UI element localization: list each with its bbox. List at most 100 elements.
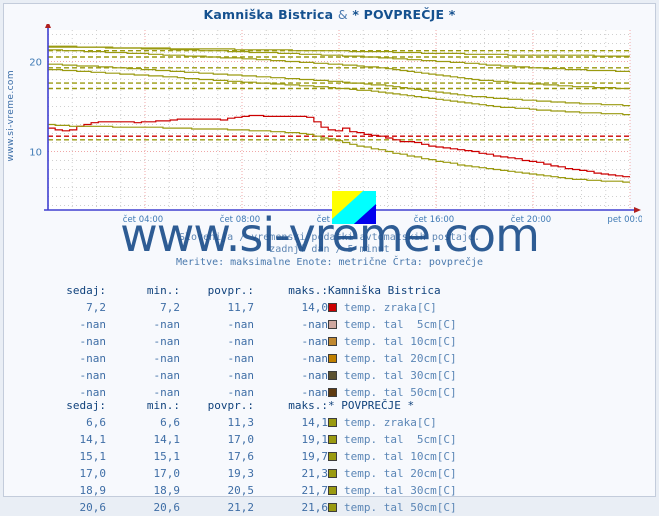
cell-sedaj: -nan xyxy=(79,369,107,382)
legend-color-swatch xyxy=(328,469,337,478)
station-name-header: * POVPREČJE * xyxy=(328,399,415,412)
legend-color-swatch xyxy=(328,452,337,461)
cell-sedaj: 15,1 xyxy=(79,450,107,463)
legend-color-swatch xyxy=(328,503,337,512)
legend-text: temp. tal 30cm[C] xyxy=(344,369,457,382)
cell-maks: -nan xyxy=(301,369,329,382)
cell-povpr: 11,7 xyxy=(227,301,255,314)
cell-povpr: -nan xyxy=(227,318,255,331)
cell-povpr: -nan xyxy=(227,352,255,365)
cell-sedaj: -nan xyxy=(79,335,107,348)
table-row: -nan -nan -nan -nan temp. tal 10cm[C] xyxy=(32,333,457,350)
table-row: 15,1 15,1 17,6 19,7 temp. tal 10cm[C] xyxy=(32,448,457,465)
cell-min: -nan xyxy=(153,352,181,365)
legend-color-swatch xyxy=(328,320,337,329)
x-axis-tick-label: pet 00:00 xyxy=(607,215,642,224)
legend-text: temp. tal 30cm[C] xyxy=(344,484,457,497)
column-header: sedaj: xyxy=(66,284,106,297)
y-axis-tick-label: 20 xyxy=(29,58,42,69)
column-header: povpr.: xyxy=(207,399,254,412)
cell-povpr: 19,3 xyxy=(227,467,255,480)
legend-color-swatch xyxy=(328,388,337,397)
cell-maks: -nan xyxy=(301,318,329,331)
column-header: maks.: xyxy=(288,284,328,297)
cell-povpr: 17,6 xyxy=(227,450,255,463)
cell-maks: 14,0 xyxy=(301,301,329,314)
site-vertical-label: www.si-vreme.com xyxy=(6,70,16,162)
data-table: sedaj: min.: povpr.: maks.: * POVPREČJE * 6,6… xyxy=(32,397,457,516)
si-vreme-logo xyxy=(332,191,376,224)
cell-min: 18,9 xyxy=(153,484,181,497)
series-legend-label: temp. zraka[C] xyxy=(328,414,457,431)
series-legend-label: temp. tal 20cm[C] xyxy=(328,350,457,367)
legend-color-swatch xyxy=(328,418,337,427)
table-header-row: sedaj: min.: povpr.: maks.: * POVPREČJE * xyxy=(32,397,457,414)
cell-maks: 21,6 xyxy=(301,501,329,514)
weather-line-chart: 1020čet 04:00čet 08:00čet 12:00čet 16:00… xyxy=(29,24,642,224)
column-header: min.: xyxy=(146,399,180,412)
table-row: 6,6 6,6 11,3 14,1 temp. zraka[C] xyxy=(32,414,457,431)
cell-povpr: -nan xyxy=(227,335,255,348)
title-station-1: Kamniška Bistrica xyxy=(203,7,334,22)
cell-maks: 21,7 xyxy=(301,484,329,497)
cell-povpr: 11,3 xyxy=(227,416,255,429)
cell-povpr: 20,5 xyxy=(227,484,255,497)
x-axis-tick-label: čet 20:00 xyxy=(511,214,551,224)
table-row: -nan -nan -nan -nan temp. tal 20cm[C] xyxy=(32,350,457,367)
cell-maks: 14,1 xyxy=(301,416,329,429)
caption-line-3: Meritve: maksimalne Enote: metrične Črta… xyxy=(175,257,484,268)
series-legend-label: temp. tal 30cm[C] xyxy=(328,367,457,384)
legend-text: temp. tal 20cm[C] xyxy=(344,467,457,480)
caption-line-1: Slovenija / vremenski podatki avtomatski… xyxy=(178,232,481,243)
legend-color-swatch xyxy=(328,371,337,380)
column-header: sedaj: xyxy=(66,399,106,412)
cell-min: -nan xyxy=(153,318,181,331)
legend-text: temp. zraka[C] xyxy=(344,301,437,314)
cell-maks: 21,3 xyxy=(301,467,329,480)
legend-color-swatch xyxy=(328,337,337,346)
legend-text: temp. tal 50cm[C] xyxy=(344,501,457,514)
cell-min: 6,6 xyxy=(160,416,180,429)
table-row: 7,2 7,2 11,7 14,0 temp. zraka[C] xyxy=(32,299,457,316)
cell-maks: 19,7 xyxy=(301,450,329,463)
legend-text: temp. tal 20cm[C] xyxy=(344,352,457,365)
legend-color-swatch xyxy=(328,303,337,312)
y-axis-tick-label: 10 xyxy=(29,148,42,159)
caption-line-2: zadnji dan / 5 minut xyxy=(269,244,390,255)
cell-sedaj: 17,0 xyxy=(79,467,107,480)
table-row: 18,9 18,9 20,5 21,7 temp. tal 30cm[C] xyxy=(32,482,457,499)
cell-sedaj: -nan xyxy=(79,318,107,331)
cell-maks: 19,1 xyxy=(301,433,329,446)
legend-table-kamniska-bistrica: sedaj: min.: povpr.: maks.: Kamniška Bistric… xyxy=(4,282,655,401)
legend-text: temp. tal 5cm[C] xyxy=(344,318,457,331)
legend-color-swatch xyxy=(328,435,337,444)
series-legend-label: temp. tal 10cm[C] xyxy=(328,333,457,350)
cell-min: 15,1 xyxy=(153,450,181,463)
title-station-2: * POVPREČJE * xyxy=(352,7,456,22)
chart-plot-area: 1020čet 04:00čet 08:00čet 12:00čet 16:00… xyxy=(22,24,642,224)
series-legend-label: temp. tal 30cm[C] xyxy=(328,482,457,499)
x-axis-tick-label: čet 08:00 xyxy=(220,214,260,224)
cell-min: 17,0 xyxy=(153,467,181,480)
cell-min: -nan xyxy=(153,335,181,348)
table-header-row: sedaj: min.: povpr.: maks.: Kamniška Bistric… xyxy=(32,282,457,299)
cell-sedaj: 14,1 xyxy=(79,433,107,446)
cell-sedaj: 6,6 xyxy=(86,416,106,429)
column-header: povpr.: xyxy=(207,284,254,297)
x-axis-tick-label: čet 16:00 xyxy=(414,214,454,224)
station-name-header: Kamniška Bistrica xyxy=(328,284,441,297)
cell-min: 7,2 xyxy=(160,301,180,314)
cell-sedaj: 20,6 xyxy=(79,501,107,514)
table-row: -nan -nan -nan -nan temp. tal 30cm[C] xyxy=(32,367,457,384)
legend-color-swatch xyxy=(328,486,337,495)
cell-min: -nan xyxy=(153,369,181,382)
x-axis-tick-label: čet 04:00 xyxy=(123,214,163,224)
table-row: 14,1 14,1 17,0 19,1 temp. tal 5cm[C] xyxy=(32,431,457,448)
cell-maks: -nan xyxy=(301,352,329,365)
cell-sedaj: 18,9 xyxy=(79,484,107,497)
cell-povpr: 17,0 xyxy=(227,433,255,446)
legend-text: temp. zraka[C] xyxy=(344,416,437,429)
cell-povpr: 21,2 xyxy=(227,501,255,514)
page-title: Kamniška Bistrica & * POVPREČJE * xyxy=(4,7,655,22)
table-row: -nan -nan -nan -nan temp. tal 5cm[C] xyxy=(32,316,457,333)
